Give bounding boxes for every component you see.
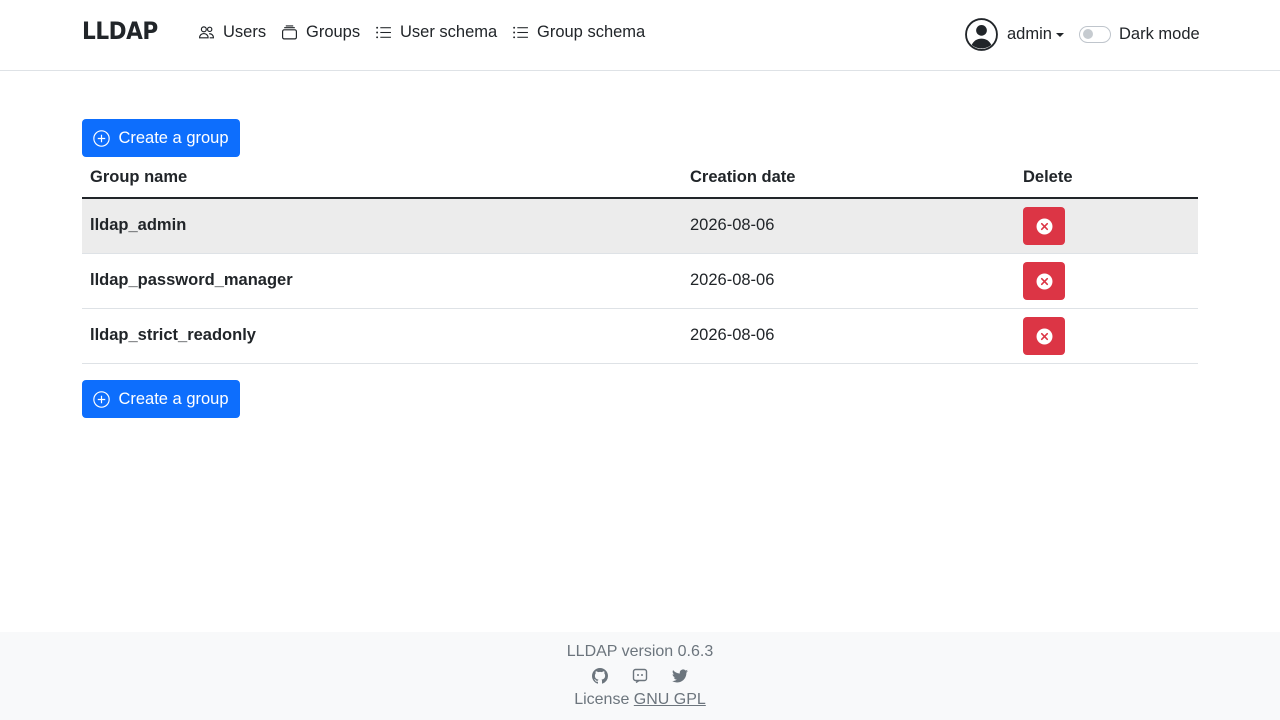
nav-group-schema[interactable]: Group schema: [512, 20, 645, 44]
plus-circle-icon: [93, 390, 111, 408]
discord-icon[interactable]: [632, 668, 648, 684]
user-menu-dropdown[interactable]: admin: [965, 17, 1064, 51]
nav-groups-label: Groups: [306, 22, 361, 41]
x-circle-icon: [1036, 273, 1052, 289]
list-icon: [375, 24, 392, 41]
header-delete: Delete: [1023, 168, 1073, 186]
delete-group-button[interactable]: [1023, 317, 1065, 355]
caret-down-icon: [1055, 32, 1064, 37]
creation-date: 2026-08-06: [690, 216, 775, 234]
create-group-label: Create a group: [118, 389, 229, 408]
nav-group-schema-label: Group schema: [537, 22, 646, 41]
license-link[interactable]: GNU GPL: [634, 691, 706, 708]
top-navbar: LLDAP Users Groups User schema Group sch…: [0, 0, 1280, 71]
table-row: lldap_admin 2026-08-06: [82, 199, 1198, 254]
social-links: [0, 668, 1280, 684]
table-header: Group name Creation date Delete: [82, 157, 1198, 199]
dark-mode-switch[interactable]: [1079, 25, 1111, 43]
nav-users[interactable]: Users: [198, 20, 266, 44]
delete-group-button[interactable]: [1023, 262, 1065, 300]
header-group-name: Group name: [90, 168, 188, 186]
groups-table: Group name Creation date Delete lldap_ad…: [82, 157, 1198, 364]
brand-logo[interactable]: LLDAP: [82, 17, 158, 45]
list-icon: [512, 24, 529, 41]
nav-user-schema-label: User schema: [400, 22, 498, 41]
footer: LLDAP version 0.6.3 License GNU GPL: [0, 632, 1280, 720]
twitter-icon[interactable]: [672, 668, 688, 684]
people-icon: [198, 24, 215, 41]
delete-group-button[interactable]: [1023, 207, 1065, 245]
license-line: License GNU GPL: [0, 691, 1280, 709]
dark-mode-toggle: Dark mode: [1079, 24, 1200, 44]
group-name-link[interactable]: lldap_strict_readonly: [90, 326, 256, 345]
license-prefix: License: [574, 691, 630, 708]
nav-users-label: Users: [223, 22, 267, 41]
create-group-button-top[interactable]: Create a group: [82, 119, 240, 157]
group-name-link[interactable]: lldap_admin: [90, 216, 186, 235]
version-text: LLDAP version 0.6.3: [566, 643, 714, 660]
creation-date: 2026-08-06: [690, 326, 775, 344]
person-circle-icon: [965, 17, 998, 51]
username-label: admin: [1007, 24, 1052, 43]
table-row: lldap_strict_readonly 2026-08-06: [82, 309, 1198, 364]
group-name-link[interactable]: lldap_password_manager: [90, 271, 293, 290]
header-creation-date: Creation date: [690, 168, 796, 186]
table-row: lldap_password_manager 2026-08-06: [82, 254, 1198, 309]
create-group-button-bottom[interactable]: Create a group: [82, 380, 240, 418]
creation-date: 2026-08-06: [690, 271, 775, 289]
collection-icon: [281, 24, 298, 41]
nav-user-schema[interactable]: User schema: [375, 20, 497, 44]
x-circle-icon: [1036, 328, 1052, 344]
nav-groups[interactable]: Groups: [281, 20, 360, 44]
github-icon[interactable]: [592, 668, 608, 684]
x-circle-icon: [1036, 218, 1052, 234]
dark-mode-label: Dark mode: [1119, 24, 1200, 43]
create-group-label: Create a group: [118, 128, 229, 147]
plus-circle-icon: [93, 129, 111, 147]
